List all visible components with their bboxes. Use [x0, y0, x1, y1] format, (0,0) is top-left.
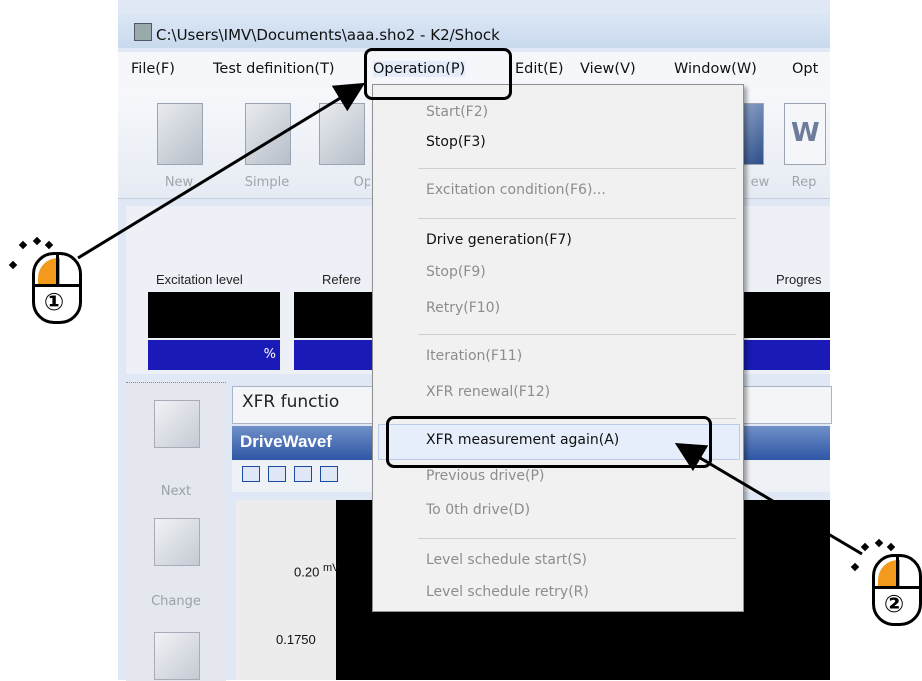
arrow-to-xfr-item: [674, 442, 863, 556]
step-number-1: ①: [43, 288, 65, 316]
arrow-to-operation-menu: [77, 82, 366, 260]
annotation-arrows: [77, 82, 863, 556]
mouse-step1: ①: [0, 232, 100, 342]
step-number-2: ②: [883, 590, 905, 618]
mouse-step2: ②: [846, 534, 922, 654]
